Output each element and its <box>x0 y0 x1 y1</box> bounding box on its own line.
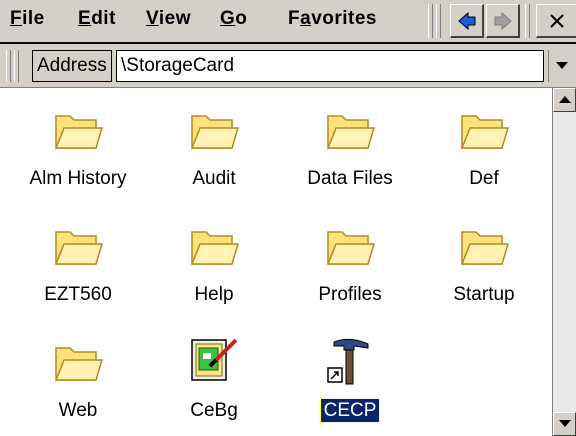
toolbar-separator <box>525 4 530 38</box>
vertical-scrollbar[interactable] <box>552 88 576 436</box>
file-list-view: Alm History Audit Data Files Def EZT560 <box>0 88 552 436</box>
address-label: Address <box>32 50 112 82</box>
menu-go[interactable]: Go <box>220 8 247 30</box>
folder-item[interactable]: Web <box>8 336 148 432</box>
forward-arrow-icon <box>494 11 512 31</box>
folder-icon <box>54 231 104 265</box>
scroll-down-button[interactable] <box>553 412 576 436</box>
folder-icon <box>54 115 104 149</box>
folder-item[interactable]: Def <box>414 104 552 200</box>
folder-icon <box>460 115 510 149</box>
paint-application-icon <box>191 338 238 381</box>
address-grip <box>6 50 11 82</box>
folder-item[interactable]: Startup <box>414 220 552 316</box>
folder-icon <box>54 347 104 381</box>
item-label: Alm History <box>29 168 127 189</box>
address-dropdown-button[interactable] <box>548 50 576 82</box>
address-input[interactable]: \StorageCard <box>116 50 544 82</box>
item-label: Def <box>469 168 499 189</box>
item-label: CECP <box>280 398 420 423</box>
item-label: Startup <box>453 284 515 305</box>
folder-icon <box>190 115 240 149</box>
forward-button[interactable] <box>486 4 520 38</box>
arrow-up-icon <box>559 96 571 103</box>
folder-icon <box>190 231 240 265</box>
item-label: Profiles <box>318 284 382 305</box>
menu-bar: File Edit View Go Favorites <box>0 0 576 44</box>
back-arrow-icon <box>458 11 476 31</box>
item-label: Help <box>194 284 234 305</box>
hammer-shortcut-icon <box>327 338 369 385</box>
folder-icon <box>326 115 376 149</box>
close-icon <box>550 14 564 28</box>
address-bar: Address \StorageCard <box>0 44 576 88</box>
item-label: Data Files <box>307 168 393 189</box>
item-label: Web <box>58 400 98 421</box>
folder-item[interactable]: Help <box>144 220 284 316</box>
scroll-up-button[interactable] <box>553 88 576 112</box>
arrow-down-icon <box>559 420 571 427</box>
chevron-down-icon <box>556 62 568 69</box>
back-button[interactable] <box>450 4 484 38</box>
close-button[interactable] <box>536 4 576 38</box>
folder-item[interactable]: Profiles <box>280 220 420 316</box>
folder-item[interactable]: Audit <box>144 104 284 200</box>
item-label: EZT560 <box>44 284 112 305</box>
shortcut-item[interactable]: CECP <box>280 336 420 432</box>
folder-icon <box>326 231 376 265</box>
menu-edit[interactable]: Edit <box>78 8 116 30</box>
folder-item[interactable]: Data Files <box>280 104 420 200</box>
item-label: CeBg <box>190 400 238 421</box>
toolbar-grip <box>428 4 433 38</box>
folder-icon <box>460 231 510 265</box>
toolbar-grip <box>436 4 441 38</box>
menu-view[interactable]: View <box>146 8 191 30</box>
menu-file[interactable]: File <box>10 8 45 30</box>
file-item[interactable]: CeBg <box>144 336 284 432</box>
menu-favorites[interactable]: Favorites <box>288 8 377 30</box>
folder-item[interactable]: Alm History <box>8 104 148 200</box>
item-label: Audit <box>192 168 236 189</box>
address-grip <box>14 50 19 82</box>
folder-item[interactable]: EZT560 <box>8 220 148 316</box>
